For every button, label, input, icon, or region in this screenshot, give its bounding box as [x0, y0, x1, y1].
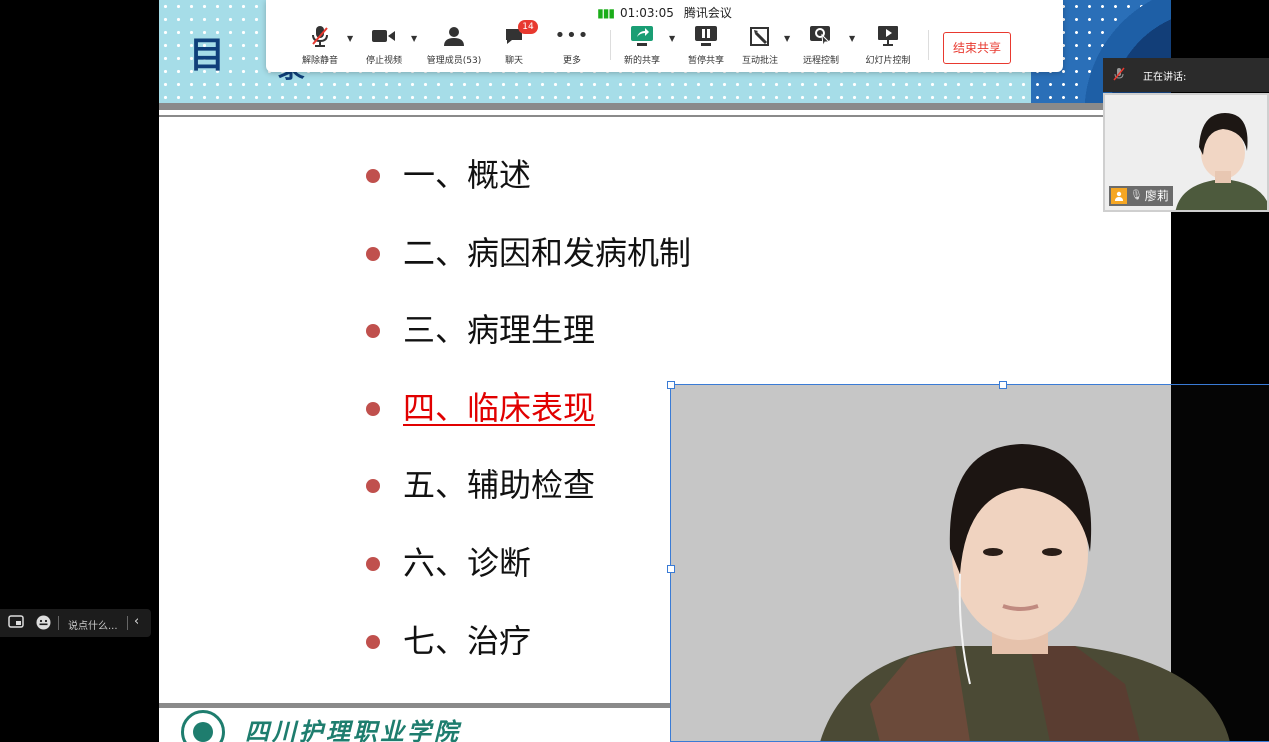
- toc-item: 五、辅助检查: [366, 460, 691, 538]
- header-divider: [159, 103, 1171, 110]
- camera-overlay-video[interactable]: [670, 384, 1269, 742]
- host-icon: [1111, 188, 1127, 204]
- slide-control-label: 幻灯片控制: [865, 56, 911, 66]
- meeting-info: ▮▮▮ 01:03:05 腾讯会议: [266, 4, 1063, 21]
- unmute-button[interactable]: 解除静音: [284, 24, 356, 66]
- members-icon: [444, 27, 464, 46]
- stop-video-label: 停止视频: [365, 56, 402, 66]
- bullet-icon: [366, 634, 380, 649]
- speaker-video-thumbnail[interactable]: 🎙 廖莉: [1103, 93, 1269, 212]
- speaking-label: 正在讲话:: [1143, 72, 1187, 83]
- toc-item-label: 三、病理生理: [403, 311, 596, 350]
- remote-control-label: 远程控制: [802, 56, 839, 66]
- toc-item-label-link[interactable]: 四、临床表现: [403, 383, 595, 433]
- muted-mic-icon: [1113, 67, 1125, 84]
- screen-share-icon: [631, 26, 653, 46]
- bullet-icon: [366, 556, 380, 571]
- slide-control-button[interactable]: 幻灯片控制: [852, 24, 924, 66]
- toc-item: 三、病理生理: [366, 305, 691, 383]
- bullet-icon: [366, 324, 380, 339]
- header-divider-thin: [159, 115, 1171, 117]
- chat-input[interactable]: 说点什么...: [68, 617, 118, 632]
- video-options-caret[interactable]: ▼: [411, 34, 417, 43]
- participant-mic-icon: 🎙: [1130, 190, 1143, 201]
- slide-heading: 目: [189, 35, 226, 76]
- bullet-icon: [366, 401, 380, 416]
- bullet-icon: [366, 169, 380, 183]
- toc-item-label: 一、概述: [403, 156, 532, 194]
- toc-item: 一、概述: [366, 150, 691, 228]
- chat-unread-badge: 14: [518, 20, 538, 34]
- end-share-button[interactable]: 结束共享: [943, 32, 1011, 64]
- more-dots-icon: •••: [554, 25, 590, 46]
- screen-icon[interactable]: [8, 615, 24, 632]
- toc-item: 六、诊断: [366, 538, 691, 616]
- toc-item-label: 六、诊断: [403, 543, 532, 582]
- new-share-label: 新的共享: [623, 56, 660, 66]
- toolbar-divider: [928, 30, 929, 60]
- resize-handle[interactable]: [667, 381, 675, 389]
- presenter-video: [670, 384, 1269, 742]
- college-logo: [181, 710, 225, 742]
- video-camera-icon: [372, 30, 395, 42]
- muted-mic-icon: [312, 26, 328, 47]
- toc-item: 二、病因和发病机制: [366, 228, 691, 306]
- collapse-chevron-icon[interactable]: ‹: [134, 614, 139, 629]
- bullet-icon: [366, 479, 380, 494]
- chat-input-bar: 说点什么... ‹: [0, 609, 151, 637]
- remote-control-button[interactable]: 远程控制: [785, 24, 857, 66]
- unmute-label: 解除静音: [301, 56, 338, 66]
- toc-item-label: 二、病因和发病机制: [403, 233, 692, 272]
- more-label: 更多: [562, 56, 581, 66]
- toc-item-active[interactable]: 四、临床表现: [366, 383, 691, 461]
- stop-video-button[interactable]: 停止视频: [348, 24, 420, 66]
- annotate-pen-icon: [750, 27, 769, 46]
- remote-control-icon: [810, 26, 831, 47]
- emoji-icon[interactable]: [36, 615, 51, 633]
- toc-item-label: 七、治疗: [403, 621, 532, 660]
- college-name: 四川护理职业学院: [245, 717, 461, 742]
- participant-name: 廖莉: [1144, 189, 1169, 203]
- meeting-toolbar: ▮▮▮ 01:03:05 腾讯会议 解除静音 ▼ 停止视频 ▼ 管理成员(53) 1…: [266, 0, 1063, 72]
- meeting-duration: 01:03:05: [619, 6, 674, 20]
- table-of-contents: 一、概述 二、病因和发病机制 三、病理生理 四、临床表现 五、辅助检查 六、诊断…: [366, 150, 691, 693]
- speaking-indicator-bar: 正在讲话:: [1103, 58, 1269, 92]
- bullet-icon: [366, 246, 380, 261]
- resize-handle[interactable]: [667, 565, 675, 573]
- more-button[interactable]: ••• 更多: [536, 24, 608, 67]
- new-share-button[interactable]: 新的共享: [606, 24, 678, 66]
- toc-item-label: 五、辅助检查: [403, 466, 596, 505]
- resize-handle[interactable]: [999, 381, 1007, 389]
- app-name: 腾讯会议: [683, 6, 732, 20]
- participant-name-tag: 🎙 廖莉: [1109, 186, 1173, 206]
- slideshow-icon: [878, 26, 898, 46]
- pause-icon: [695, 26, 717, 46]
- signal-icon: ▮▮▮: [597, 6, 615, 20]
- toc-item: 七、治疗: [366, 616, 691, 694]
